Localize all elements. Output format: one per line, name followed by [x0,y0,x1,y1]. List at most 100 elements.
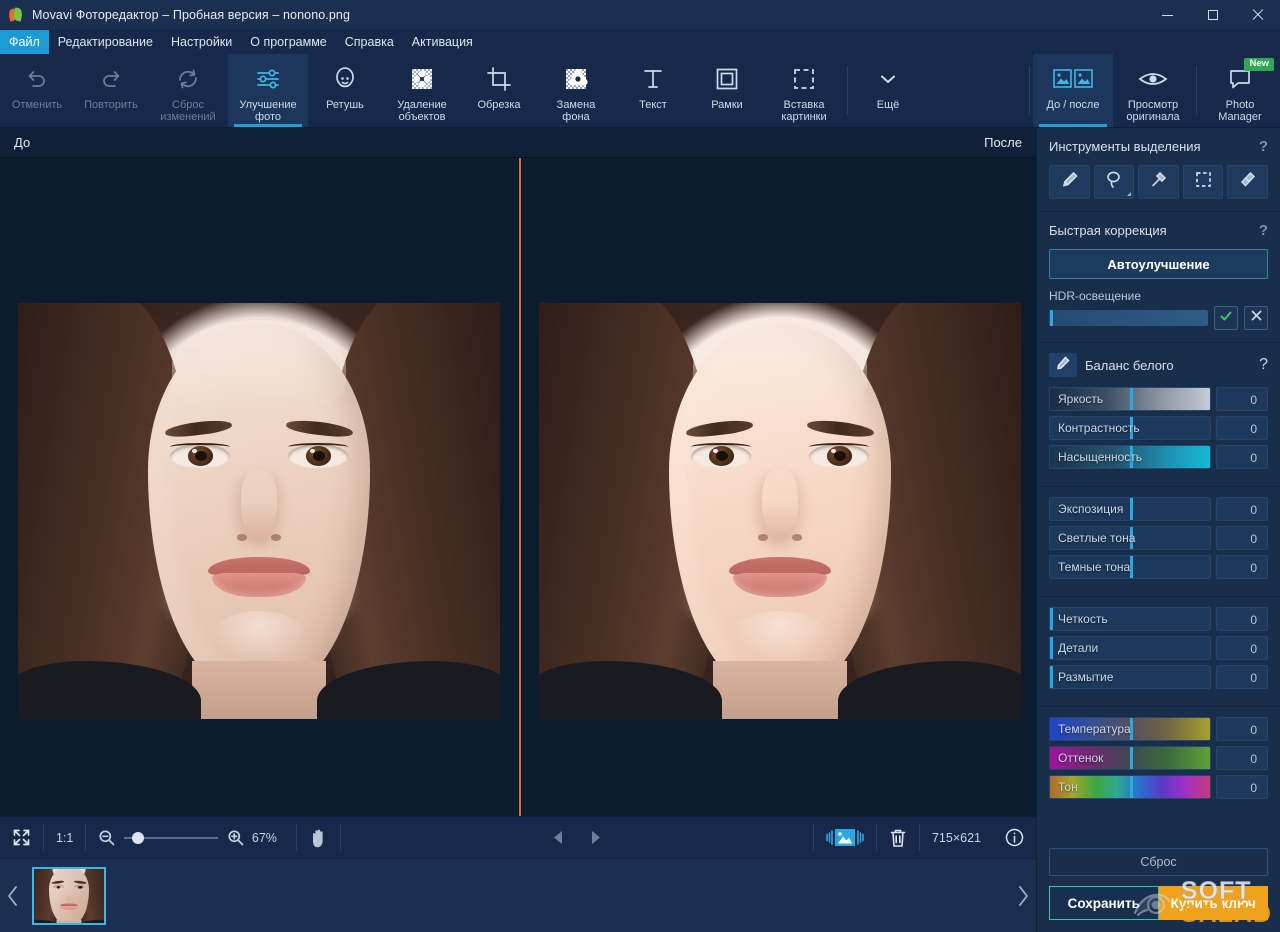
detail-section: Четкость 0 Детали 0 [1037,597,1280,707]
insert-image-icon [790,63,818,95]
reset-button[interactable]: Сброс [1049,848,1268,876]
tool-photo-manager[interactable]: New Photo Manager [1200,54,1280,127]
previous-image-button[interactable] [539,817,577,858]
details-value[interactable]: 0 [1216,636,1268,660]
before-photo[interactable] [18,303,500,719]
delete-image-button[interactable] [877,817,919,858]
maximize-button[interactable] [1190,0,1235,30]
saturation-slider[interactable]: Насыщенность [1049,445,1211,469]
before-after-split-handle[interactable] [519,158,521,816]
lasso-icon [1104,170,1123,194]
white-balance-title: Баланс белого [1085,358,1251,373]
tool-crop-label: Обрезка [475,99,522,111]
menu-item-about[interactable]: О программе [241,30,335,54]
contrast-slider[interactable]: Контрастность [1049,416,1211,440]
exposure-slider[interactable]: Экспозиция [1049,497,1211,521]
next-image-button[interactable] [577,817,615,858]
auto-enhance-button[interactable]: Автоулучшение [1049,249,1268,279]
highlights-value[interactable]: 0 [1216,526,1268,550]
background-change-icon [562,63,590,95]
rectangle-select-icon [1194,170,1213,194]
magic-wand-tool-button[interactable] [1138,165,1179,199]
eyedropper-button[interactable] [1049,353,1077,377]
brightness-value[interactable]: 0 [1216,387,1268,411]
panel-content: Инструменты выделения ? [1037,128,1280,838]
tool-object-removal[interactable]: Удаление объектов [382,54,462,127]
white-balance-help-icon[interactable]: ? [1259,356,1268,374]
zoom-out-icon[interactable] [98,829,115,846]
tool-undo[interactable]: Отменить [0,54,74,127]
tool-insert-image[interactable]: Вставка картинки [764,54,844,127]
selection-tools-title: Инструменты выделения [1049,139,1201,154]
hue-value[interactable]: 0 [1216,775,1268,799]
hdr-lighting-slider[interactable] [1049,310,1208,326]
tool-crop[interactable]: Обрезка [462,54,536,127]
toolbar-right-group: До / после Просмотр оригинала New [1026,54,1280,127]
temperature-slider-label: Температура [1058,718,1131,740]
hdr-lighting-slider-knob[interactable] [1050,310,1053,326]
filmstrip-next-button[interactable] [1010,859,1036,932]
menu-item-file[interactable]: Файл [0,30,49,54]
highlights-slider[interactable]: Светлые тона [1049,526,1211,550]
blur-value[interactable]: 0 [1216,665,1268,689]
tool-retouch[interactable]: Ретушь [308,54,382,127]
brightness-slider[interactable]: Яркость [1049,387,1211,411]
buy-key-button[interactable]: Купить ключ [1159,886,1269,920]
tool-text[interactable]: Текст [616,54,690,127]
details-slider[interactable]: Детали [1049,636,1211,660]
image-canvas[interactable] [0,158,1036,816]
tool-background-change[interactable]: Замена фона [536,54,616,127]
tool-redo[interactable]: Повторить [74,54,148,127]
menu-bar: Файл Редактирование Настройки О программ… [0,30,1280,54]
save-button[interactable]: Сохранить [1049,886,1159,920]
menu-item-settings[interactable]: Настройки [162,30,241,54]
apply-button[interactable] [1214,306,1238,330]
quick-correction-help-icon[interactable]: ? [1259,222,1268,239]
rectangle-select-tool-button[interactable] [1183,165,1224,199]
tool-frames[interactable]: Рамки [690,54,764,127]
tool-photo-enhance[interactable]: Улучшение фото [228,54,308,127]
brush-tool-button[interactable] [1049,165,1090,199]
cancel-button[interactable] [1244,306,1268,330]
saturation-value[interactable]: 0 [1216,445,1268,469]
zoom-slider-knob[interactable] [132,832,144,844]
exposure-value[interactable]: 0 [1216,497,1268,521]
tint-value[interactable]: 0 [1216,746,1268,770]
tool-object-removal-label: Удаление объектов [395,99,449,124]
sharpness-value[interactable]: 0 [1216,607,1268,631]
zoom-in-icon[interactable] [227,829,244,846]
tool-before-after[interactable]: До / после [1033,54,1113,127]
menu-item-help[interactable]: Справка [336,30,403,54]
filmstrip-prev-button[interactable] [0,859,26,932]
tint-slider[interactable]: Оттенок [1049,746,1211,770]
tool-reset-changes[interactable]: Сброс изменений [148,54,228,127]
fit-to-screen-button[interactable] [0,817,43,858]
actual-size-button[interactable]: 1:1 [44,817,85,858]
contrast-value[interactable]: 0 [1216,416,1268,440]
slideshow-button[interactable] [814,817,876,858]
zoom-slider[interactable] [124,837,218,839]
shadows-value[interactable]: 0 [1216,555,1268,579]
saturation-slider-label: Насыщенность [1058,446,1142,468]
image-info-button[interactable] [993,817,1036,858]
tool-more[interactable]: Ещё [851,54,925,127]
temperature-value[interactable]: 0 [1216,717,1268,741]
selection-tools-help-icon[interactable]: ? [1259,138,1268,155]
minimize-button[interactable] [1145,0,1190,30]
menu-item-activation[interactable]: Активация [403,30,482,54]
filmstrip-thumbnail[interactable] [32,867,106,925]
tool-redo-label: Повторить [82,99,140,111]
blur-slider[interactable]: Размытие [1049,665,1211,689]
lasso-tool-button[interactable] [1094,165,1135,199]
hue-slider[interactable]: Тон [1049,775,1211,799]
tool-view-original[interactable]: Просмотр оригинала [1113,54,1193,127]
eraser-tool-button[interactable] [1227,165,1268,199]
close-button[interactable] [1235,0,1280,30]
sharpness-slider[interactable]: Четкость [1049,607,1211,631]
hand-tool-button[interactable] [297,817,340,858]
shadows-slider[interactable]: Темные тона [1049,555,1211,579]
magic-wand-icon [1149,170,1168,194]
after-photo[interactable] [539,303,1021,719]
menu-item-edit[interactable]: Редактирование [49,30,162,54]
temperature-slider[interactable]: Температура [1049,717,1211,741]
